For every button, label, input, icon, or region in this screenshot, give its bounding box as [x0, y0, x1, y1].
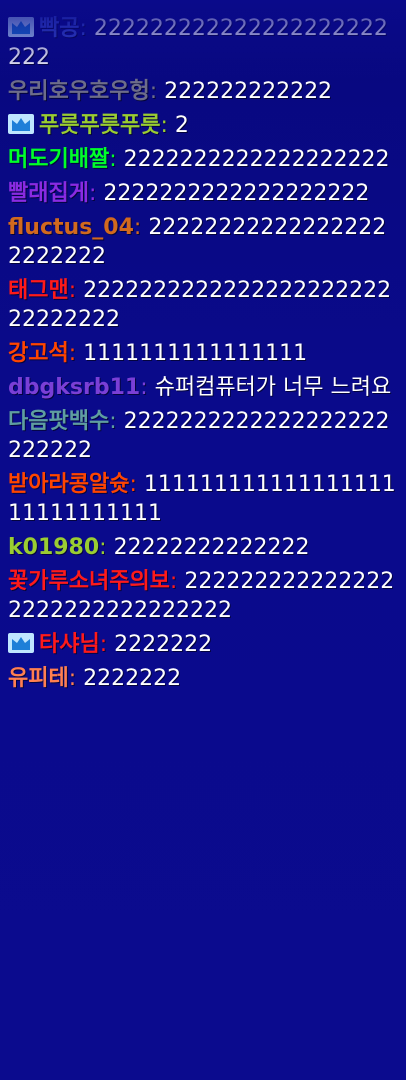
nickname-separator: :	[88, 181, 104, 206]
chat-message: dbgksrb11: 슈퍼컴퓨터가 너무 느려요	[8, 373, 398, 402]
chat-message: k01980: 22222222222222	[8, 533, 398, 562]
crown-badge-icon	[8, 17, 34, 37]
chat-nickname[interactable]: 태그맨	[8, 278, 69, 303]
chat-message: 다음팟백수: 2222222222222222222222222	[8, 407, 398, 465]
chat-nickname[interactable]: 빨래집게	[8, 181, 89, 206]
chat-message: 머도기배짤: 2222222222222222222	[8, 145, 398, 174]
chat-panel[interactable]: 빡공: 222222222222222222222222 우리호우호우헝: 222…	[0, 0, 406, 1080]
chat-nickname[interactable]: 머도기배짤	[8, 147, 109, 172]
chat-message: 꽃가루소녀주의보: 222222222222222222222222222222…	[8, 567, 398, 625]
chat-message-text: 2	[174, 113, 189, 138]
chat-message: 푸릇푸릇푸릇: 2	[8, 111, 398, 140]
nickname-separator: :	[149, 79, 165, 104]
chat-message: 빨래집게: 2222222222222222222	[8, 179, 398, 208]
chat-message: 받아라콩알슛: 11111111111111111111111111111	[8, 470, 398, 528]
chat-message-text: 2222222	[114, 632, 213, 657]
nickname-separator: :	[160, 113, 175, 138]
chat-message: fluctus_04: 222222222222222222222222	[8, 213, 398, 271]
nickname-separator: :	[129, 472, 144, 497]
nickname-separator: :	[68, 341, 84, 366]
chat-nickname[interactable]: 유피테	[8, 666, 69, 691]
chat-message: 유피테: 2222222	[8, 664, 398, 693]
chat-nickname[interactable]: 꽃가루소녀주의보	[8, 569, 170, 594]
chat-message-text: 슈퍼컴퓨터가 너무 느려요	[154, 375, 392, 400]
chat-message-text: 1111111111111111	[83, 341, 308, 366]
crown-badge-icon	[8, 633, 34, 653]
crown-badge-icon	[8, 114, 34, 134]
nickname-separator: :	[99, 535, 114, 560]
chat-message-text: 2222222	[83, 666, 182, 691]
chat-message: 빡공: 222222222222222222222222	[8, 14, 398, 72]
chat-nickname[interactable]: 우리호우호우헝	[8, 79, 150, 104]
chat-nickname[interactable]: 받아라콩알슛	[8, 472, 129, 497]
chat-nickname[interactable]: 다음팟백수	[8, 409, 109, 434]
chat-nickname[interactable]: dbgksrb11	[8, 375, 140, 400]
nickname-separator: :	[79, 16, 94, 41]
chat-message-text: 2222222222222222222	[103, 181, 370, 206]
nickname-separator: :	[68, 278, 84, 303]
nickname-separator: :	[140, 375, 155, 400]
chat-message-text: 2222222222222222222	[123, 147, 390, 172]
chat-message: 강고석: 1111111111111111	[8, 339, 398, 368]
nickname-separator: :	[133, 215, 149, 240]
chat-nickname[interactable]: 타샤님	[39, 632, 100, 657]
nickname-separator: :	[68, 666, 84, 691]
chat-message: 우리호우호우헝: 222222222222	[8, 77, 398, 106]
chat-message: 태그맨: 222222222222222222222222222222	[8, 276, 398, 334]
chat-message-text: 222222222222	[164, 79, 333, 104]
chat-nickname[interactable]: k01980	[8, 535, 99, 560]
chat-message: 타샤님: 2222222	[8, 630, 398, 659]
chat-message-text: 22222222222222	[113, 535, 310, 560]
chat-nickname[interactable]: 푸릇푸릇푸릇	[39, 113, 160, 138]
chat-nickname[interactable]: 빡공	[39, 16, 79, 41]
nickname-separator: :	[109, 147, 124, 172]
nickname-separator: :	[109, 409, 124, 434]
chat-nickname[interactable]: fluctus_04	[8, 215, 134, 240]
chat-nickname[interactable]: 강고석	[8, 341, 69, 366]
nickname-separator: :	[169, 569, 185, 594]
nickname-separator: :	[99, 632, 115, 657]
